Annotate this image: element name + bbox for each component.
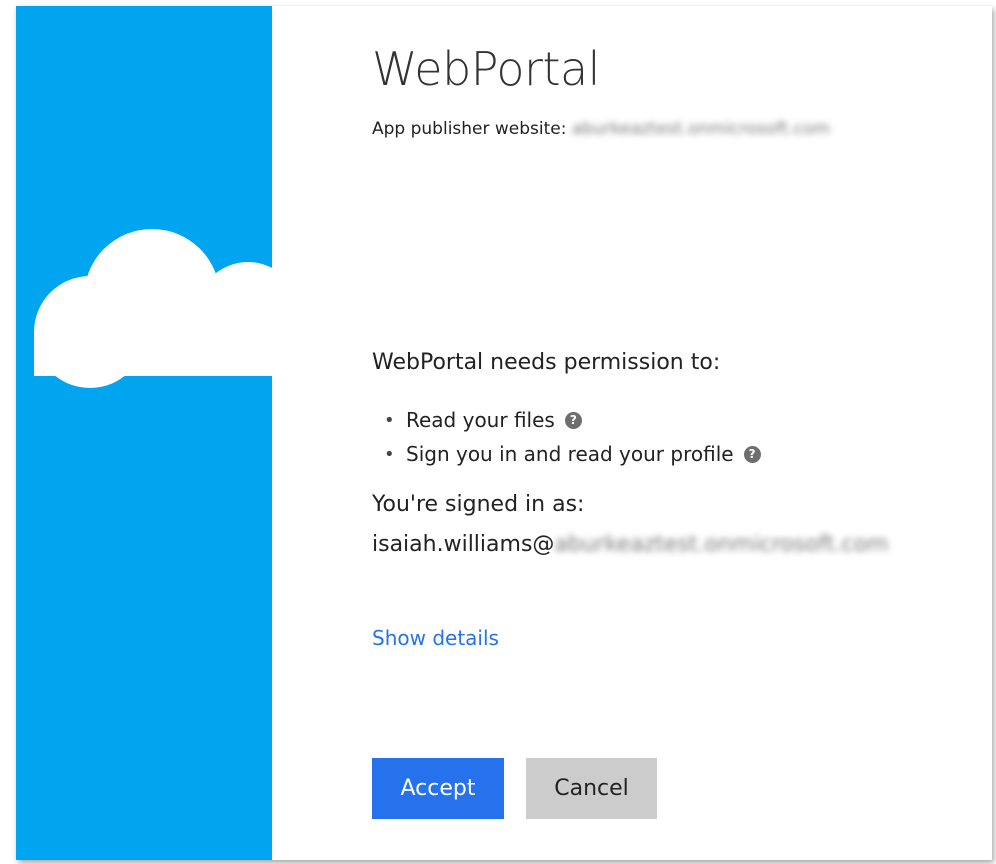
signed-in-label: You're signed in as: <box>372 492 585 517</box>
accept-button[interactable]: Accept <box>372 758 504 819</box>
help-icon[interactable]: ? <box>564 411 582 429</box>
bullet: • <box>384 409 395 431</box>
account-user: isaiah.williams@ <box>372 532 555 557</box>
permission-label: Read your files <box>406 408 555 432</box>
publisher-website: aburkeaztest.onmicrosoft.com <box>571 119 831 139</box>
publisher-row: App publisher website: aburkeaztest.onmi… <box>372 119 830 139</box>
consent-dialog: WebPortal App publisher website: aburkea… <box>16 6 992 860</box>
publisher-label: App publisher website: <box>372 119 567 139</box>
account-domain: aburkeaztest.onmicrosoft.com <box>554 532 889 557</box>
permission-item: • Sign you in and read your profile ? <box>372 437 761 471</box>
permission-item: • Read your files ? <box>372 403 761 437</box>
content-panel: WebPortal App publisher website: aburkea… <box>372 6 982 860</box>
permission-list: • Read your files ? • Sign you in and re… <box>372 403 761 471</box>
bullet: • <box>384 443 395 465</box>
cancel-button[interactable]: Cancel <box>526 758 657 819</box>
permission-label: Sign you in and read your profile <box>406 442 734 466</box>
side-panel <box>16 6 272 860</box>
help-icon[interactable]: ? <box>743 445 761 463</box>
signed-in-account: isaiah.williams@aburkeaztest.onmicrosoft… <box>372 532 889 557</box>
permission-heading: WebPortal needs permission to: <box>372 350 721 375</box>
app-title: WebPortal <box>372 42 600 96</box>
show-details-link[interactable]: Show details <box>372 626 499 650</box>
cloud-icon <box>34 229 272 388</box>
